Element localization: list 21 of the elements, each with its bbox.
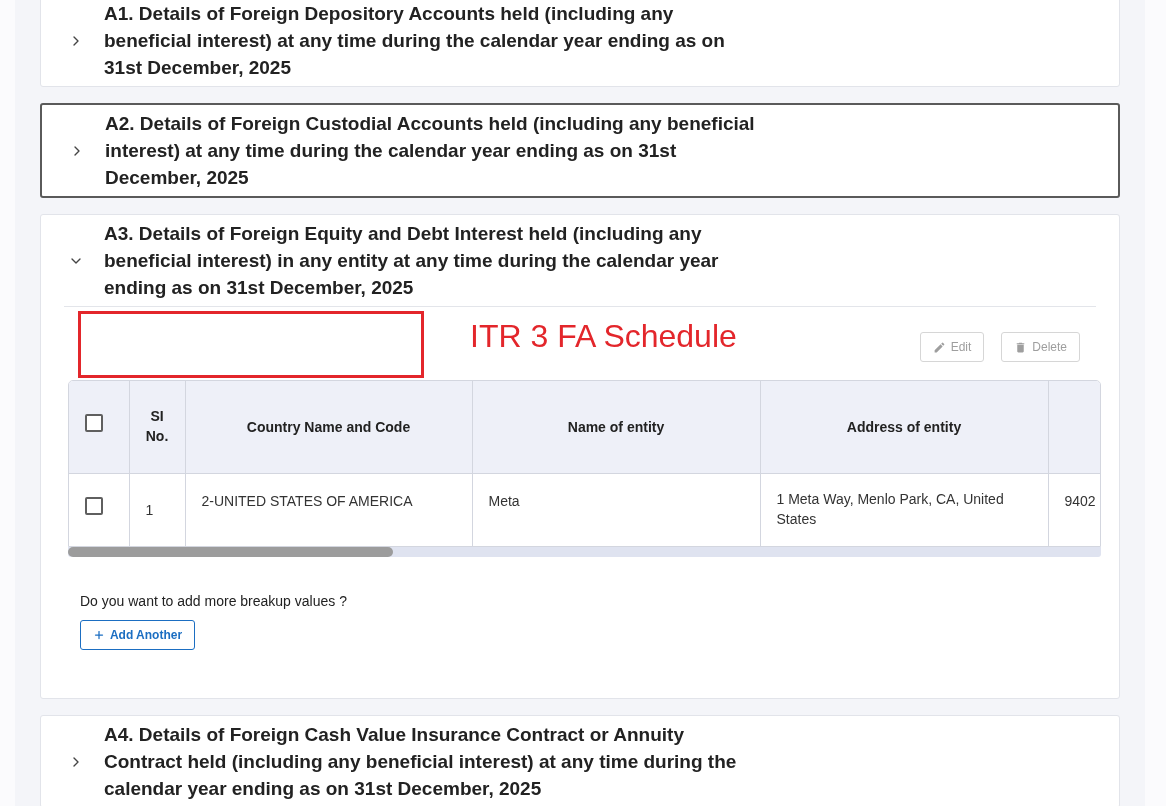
row-checkbox[interactable] [85,497,103,516]
select-all-checkbox[interactable] [85,414,103,433]
table-cell-text: 1 Meta Way, Menlo Park, CA, United States [776,489,1005,529]
column-header: Address of entity [846,417,962,437]
breakup-prompt: Do you want to add more breakup values ? [80,593,347,610]
table-cell-text: 1 [145,500,154,520]
column-header: Country Name and Code [246,417,411,437]
table-cell-text: Meta [488,491,520,511]
horizontal-scrollbar[interactable] [68,547,1101,557]
accordion-header[interactable]: A3. Details of Foreign Equity and Debt Interest held (including any beneficial interest) in any entity at any time during the calendar year ending as on 31st December, 2025 [64,215,1096,306]
table-cell-text: 2-UNITED STATES OF AMERICA [201,491,413,511]
column-header: SI No. [144,406,170,446]
accordion-header[interactable]: A4. Details of Foreign Cash Value Insurance Contract or Annuity Contract held (including any beneficial interest) at any time during the calendar year ending as on 31st December, 2025 [64,716,1096,806]
pencil-icon [932,340,946,354]
plus-icon [92,629,105,641]
add-another-button[interactable]: Add Another [80,620,195,650]
table-cell-text: 9402 [1064,491,1096,511]
column-header: Name of entity [567,417,665,437]
accordion-header[interactable]: A1. Details of Foreign Depository Accounts held (including any beneficial interest) at any time during the calendar year ending as on 31st December, 2025 [64,0,1096,86]
accordion-header[interactable]: A2. Details of Foreign Custodial Accounts held (including any beneficial interest) at any time during the calendar year ending as on 31st December, 2025 [65,105,1095,196]
annotation-label: ITR 3 FA Schedule [470,317,737,356]
